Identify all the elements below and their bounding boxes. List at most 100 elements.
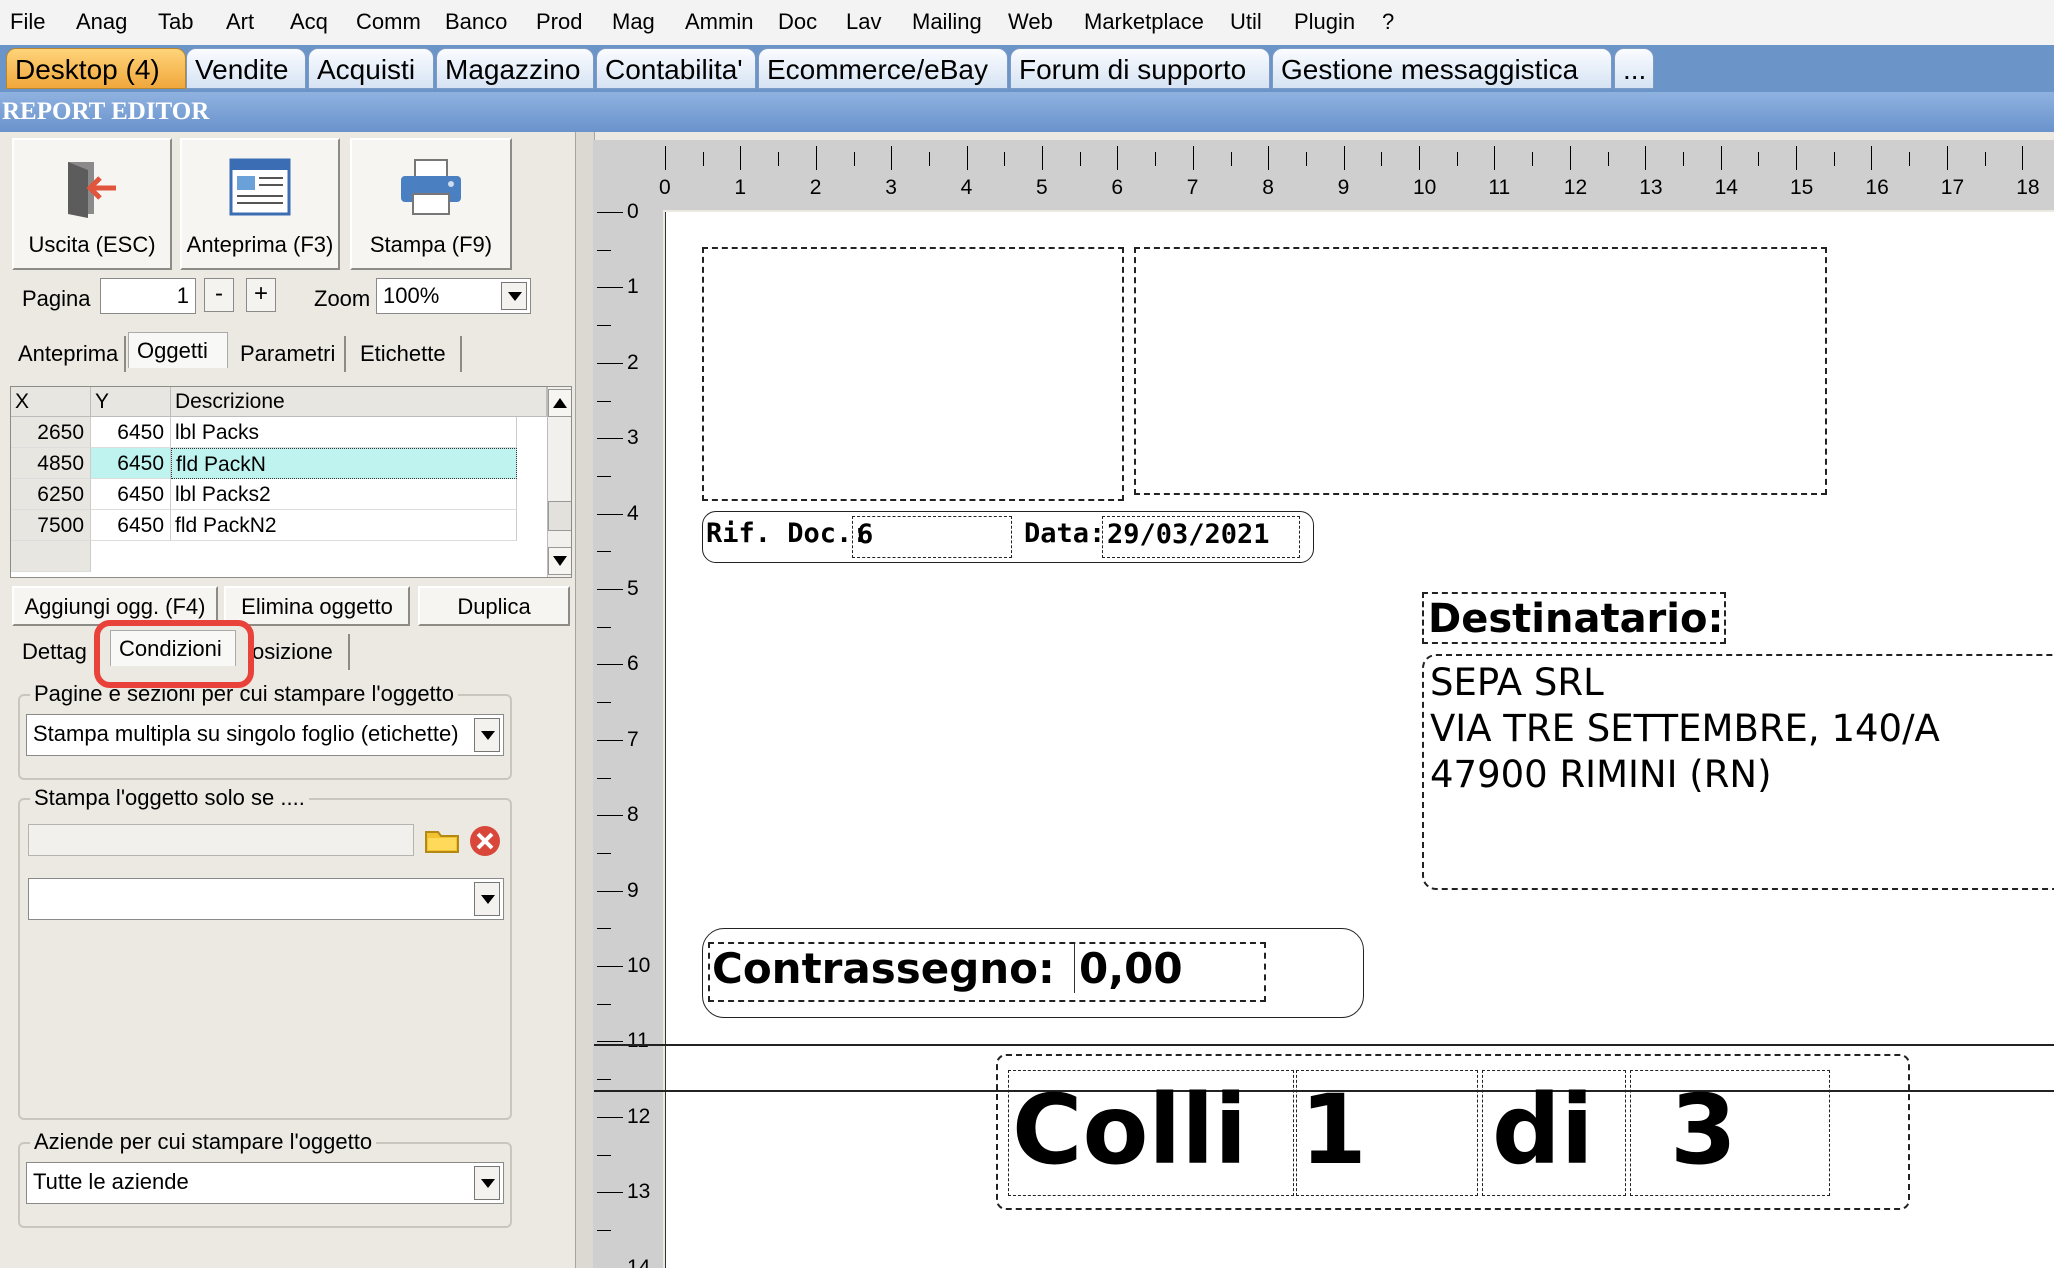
dest-label-box[interactable]: Destinatario: bbox=[1422, 592, 1726, 644]
tab-anteprima[interactable]: Anteprima bbox=[10, 336, 126, 372]
logo-placeholder-right[interactable] bbox=[1134, 247, 1827, 495]
page-next-button[interactable]: + bbox=[246, 278, 276, 312]
tab-oggetti[interactable]: Oggetti bbox=[128, 332, 228, 368]
tab-ecommerce[interactable]: Ecommerce/eBay bbox=[758, 48, 1008, 89]
ruler-v-tick bbox=[597, 928, 611, 930]
menu-anag[interactable]: Anag bbox=[76, 9, 127, 35]
ruler-v-label: 6 bbox=[627, 652, 639, 676]
page-prev-button[interactable]: - bbox=[204, 278, 234, 312]
panel-splitter[interactable] bbox=[575, 132, 595, 1268]
clear-icon[interactable] bbox=[468, 824, 502, 863]
menu-comm[interactable]: Comm bbox=[356, 9, 421, 35]
objects-table[interactable]: X Y Descrizione 2650 6450 lbl Packs 4850… bbox=[10, 386, 572, 578]
ruler-h-tick bbox=[1984, 152, 1986, 166]
condition-expression-input[interactable] bbox=[28, 824, 414, 856]
ruler-h-tick bbox=[1494, 146, 1496, 170]
tab-more[interactable]: ... bbox=[1614, 48, 1654, 89]
ruler-v-tick bbox=[597, 249, 611, 251]
highlight-annotation bbox=[94, 620, 254, 688]
menu-banco[interactable]: Banco bbox=[445, 9, 507, 35]
preview-button[interactable]: Anteprima (F3) bbox=[180, 138, 340, 270]
print-button[interactable]: Stampa (F9) bbox=[350, 138, 512, 270]
table-scrollbar[interactable] bbox=[547, 387, 571, 577]
page-input[interactable]: 1 bbox=[100, 278, 196, 314]
condition-group: Stampa l'oggetto solo se .... bbox=[18, 785, 512, 1120]
tab-vendite[interactable]: Vendite bbox=[186, 48, 306, 89]
companies-select-value: Tutte le aziende bbox=[33, 1169, 189, 1194]
ruler-h-label: 11 bbox=[1488, 176, 1511, 199]
duplicate-button[interactable]: Duplica bbox=[418, 586, 570, 626]
delete-object-button[interactable]: Elimina oggetto bbox=[224, 586, 410, 626]
ruler-h-tick bbox=[1079, 152, 1081, 166]
printer-icon bbox=[399, 158, 463, 224]
scroll-thumb[interactable] bbox=[548, 501, 571, 531]
col-y-header[interactable]: Y bbox=[91, 387, 171, 417]
scroll-down-button[interactable] bbox=[548, 547, 571, 575]
tab-contabilita[interactable]: Contabilita' bbox=[596, 48, 756, 89]
di-label: di bbox=[1492, 1074, 1594, 1186]
menu-mailing[interactable]: Mailing bbox=[912, 9, 982, 35]
companies-select[interactable]: Tutte le aziende bbox=[26, 1162, 504, 1204]
ruler-v-label: 13 bbox=[627, 1180, 651, 1204]
menu-acq[interactable]: Acq bbox=[290, 9, 328, 35]
menu-util[interactable]: Util bbox=[1230, 9, 1262, 35]
condition-select[interactable] bbox=[28, 878, 504, 920]
ruler-h-tick bbox=[665, 146, 666, 170]
rif-doc-label: Rif. Doc.: bbox=[706, 518, 869, 549]
tab-desktop[interactable]: Desktop (4) bbox=[6, 48, 186, 89]
condition-group-title: Stampa l'oggetto solo se .... bbox=[30, 785, 309, 811]
menu-prod[interactable]: Prod bbox=[536, 9, 582, 35]
tab-acquisti[interactable]: Acquisti bbox=[308, 48, 434, 89]
logo-placeholder-left[interactable] bbox=[702, 247, 1124, 501]
section-divider[interactable] bbox=[594, 1044, 2054, 1046]
exit-button[interactable]: Uscita (ESC) bbox=[12, 138, 172, 270]
menu-tab[interactable]: Tab bbox=[158, 9, 193, 35]
tab-dettagli[interactable]: Dettag bbox=[14, 634, 98, 670]
ruler-v-tick bbox=[597, 702, 611, 704]
rif-doc-value: 6 bbox=[857, 519, 874, 550]
folder-icon[interactable] bbox=[424, 824, 460, 861]
chevron-down-icon bbox=[474, 882, 500, 916]
ruler-v-label: 1 bbox=[627, 275, 639, 299]
dest-line-1: SEPA SRL bbox=[1430, 661, 1604, 704]
preview-label: Anteprima (F3) bbox=[186, 232, 334, 257]
menu-lav[interactable]: Lav bbox=[846, 9, 881, 35]
companies-group-title: Aziende per cui stampare l'oggetto bbox=[30, 1129, 377, 1155]
rif-doc-field[interactable]: 6 bbox=[852, 516, 1012, 558]
tab-magazzino[interactable]: Magazzino bbox=[436, 48, 594, 89]
menu-mag[interactable]: Mag bbox=[612, 9, 655, 35]
report-canvas[interactable]: 0 1 2 3 4 5 6 7 8 9 10 11 12 13 14 15 16 17 18 01234567891… bbox=[593, 140, 2054, 1268]
ruler-v-tick bbox=[597, 400, 611, 402]
ruler-v-label: 2 bbox=[627, 350, 639, 374]
tab-parametri[interactable]: Parametri bbox=[232, 336, 346, 372]
horizontal-ruler: 0 1 2 3 4 5 6 7 8 9 10 11 12 13 14 15 16 17 18 bbox=[593, 140, 2054, 210]
tab-posizione[interactable]: osizione bbox=[244, 634, 350, 670]
menu-web[interactable]: Web bbox=[1008, 9, 1053, 35]
data-value: 29/03/2021 bbox=[1107, 519, 1270, 550]
menu-file[interactable]: File bbox=[10, 9, 45, 35]
menu-ammin[interactable]: Ammin bbox=[685, 9, 753, 35]
dest-address-box[interactable]: SEPA SRL VIA TRE SETTEMBRE, 140/A 47900 … bbox=[1422, 654, 2054, 890]
ruler-v-label: 14 bbox=[627, 1255, 651, 1268]
ruler-v-label: 3 bbox=[627, 426, 639, 450]
tab-messaggistica[interactable]: Gestione messaggistica bbox=[1272, 48, 1612, 89]
ruler-v-label: 8 bbox=[627, 803, 639, 827]
companies-group: Aziende per cui stampare l'oggetto Tutte… bbox=[18, 1129, 512, 1228]
data-field[interactable]: 29/03/2021 bbox=[1102, 516, 1300, 558]
tab-etichette[interactable]: Etichette bbox=[352, 336, 462, 372]
ruler-h-label: 4 bbox=[960, 176, 973, 199]
report-page[interactable]: Rif. Doc.: 6 Data: 29/03/2021 Destinatar… bbox=[594, 212, 2054, 1268]
ruler-h-tick bbox=[1720, 146, 1722, 170]
menu-plugin[interactable]: Plugin bbox=[1294, 9, 1355, 35]
ruler-v-tick bbox=[597, 966, 623, 967]
menu-help[interactable]: ? bbox=[1382, 9, 1394, 35]
menu-marketplace[interactable]: Marketplace bbox=[1084, 9, 1204, 35]
menu-doc[interactable]: Doc bbox=[778, 9, 817, 35]
pages-select[interactable]: Stampa multipla su singolo foglio (etich… bbox=[26, 714, 504, 756]
menu-art[interactable]: Art bbox=[226, 9, 254, 35]
tab-forum[interactable]: Forum di supporto bbox=[1010, 48, 1270, 89]
col-desc-header[interactable]: Descrizione bbox=[171, 387, 547, 417]
zoom-select[interactable]: 100% bbox=[376, 278, 531, 314]
scroll-up-button[interactable] bbox=[548, 389, 571, 417]
col-x-header[interactable]: X bbox=[11, 387, 91, 417]
